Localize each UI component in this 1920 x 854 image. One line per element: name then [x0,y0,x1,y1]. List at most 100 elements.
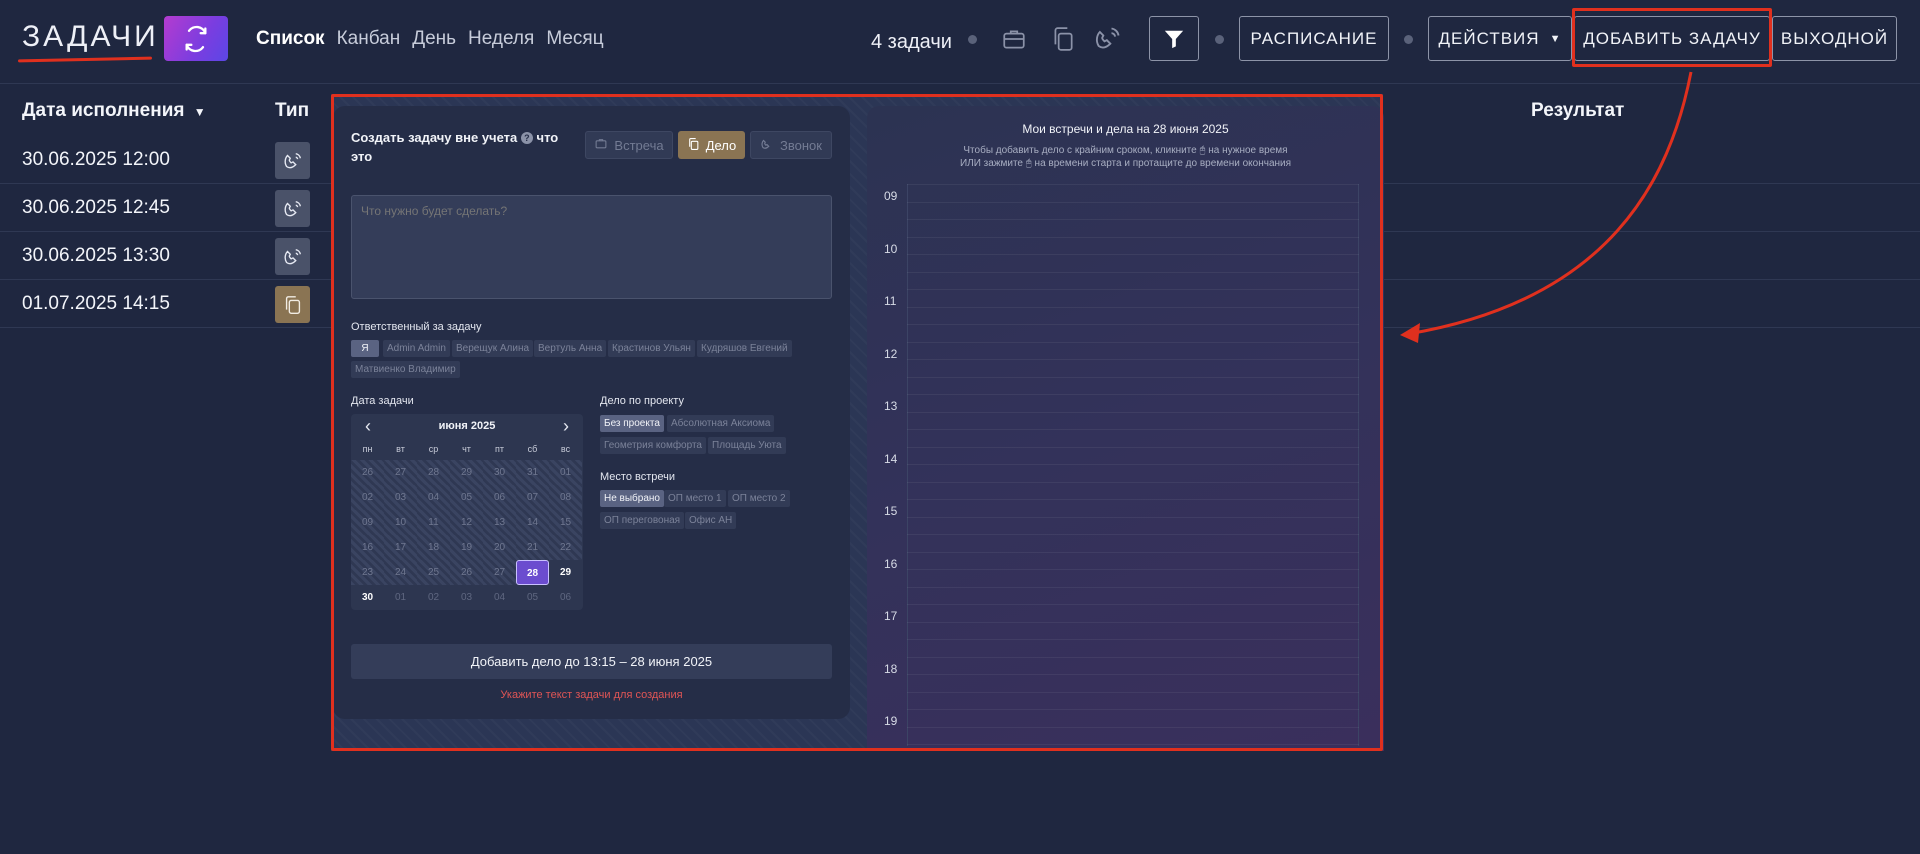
timeline-gridline [907,254,1359,255]
place-chip[interactable]: ОП место 2 [728,490,790,507]
schedule-button[interactable]: РАСПИСАНИЕ [1239,16,1389,61]
calendar-day[interactable]: 08 [549,485,582,510]
place-chip[interactable]: Не выбрано [600,490,664,507]
hour-label: 10 [884,241,898,256]
view-tab-day[interactable]: День [412,28,456,50]
calendar-day[interactable]: 03 [450,585,483,610]
project-chip[interactable]: Площадь Уюта [708,437,786,454]
calendar-day[interactable]: 28 [417,460,450,485]
calendar-day[interactable]: 06 [483,485,516,510]
calendar-day[interactable]: 03 [384,485,417,510]
hour-label: 12 [884,346,898,361]
document-icon [687,137,700,154]
responsible-chip[interactable]: Матвиенко Владимир [351,361,460,378]
calendar-day[interactable]: 29 [549,560,582,585]
task-description-input[interactable] [351,195,832,299]
calendar-day[interactable]: 23 [351,560,384,585]
add-task-submit-button[interactable]: Добавить дело до 13:15 – 28 июня 2025 [351,644,832,679]
timeline-gridline [907,621,1359,623]
column-header-due-date[interactable]: Дата исполнения ▼ [22,100,206,122]
responsible-chip[interactable]: Кудряшов Евгений [697,340,792,357]
type-call-button[interactable]: Звонок [750,131,832,159]
calendar-day[interactable]: 05 [450,485,483,510]
calendar-day[interactable]: 11 [417,510,450,535]
project-chip[interactable]: Абсолютная Аксиома [667,415,775,432]
calendar-day[interactable]: 18 [417,535,450,560]
calendar-next-icon[interactable]: › [555,416,577,438]
calendar-day[interactable]: 27 [483,560,516,585]
calendar-day[interactable]: 17 [384,535,417,560]
calendar-day[interactable]: 29 [450,460,483,485]
calendar-day[interactable]: 16 [351,535,384,560]
calendar-day[interactable]: 30 [483,460,516,485]
calendar-day[interactable]: 30 [351,585,384,610]
calendar-day[interactable]: 26 [450,560,483,585]
timeline-gridline [907,604,1359,605]
calendar-day[interactable]: 07 [516,485,549,510]
calendar-day[interactable]: 22 [549,535,582,560]
calendar-day[interactable]: 04 [483,585,516,610]
calendar-day[interactable]: 01 [384,585,417,610]
calendar-day[interactable]: 02 [417,585,450,610]
place-chip[interactable]: ОП переговоная [600,512,685,529]
tasks-count: 4 задачи [871,31,952,53]
calendar-day[interactable]: 14 [516,510,549,535]
type-meeting-button[interactable]: Встреча [585,131,673,159]
responsible-chip[interactable]: Я [351,340,379,357]
timeline-gridline [907,744,1359,745]
calendar-day[interactable]: 06 [549,585,582,610]
schedule-hint-line: ИЛИ зажмите 🖰 на времени старта и протащ… [959,158,1292,169]
responsible-chip[interactable]: Вертуль Анна [534,340,607,357]
calendar-day[interactable]: 12 [450,510,483,535]
actions-button[interactable]: ДЕЙСТВИЯ ▼ [1428,16,1572,61]
filter-button[interactable] [1149,16,1199,61]
timeline-gridline [907,411,1359,413]
help-icon[interactable]: ? [520,132,533,144]
sync-button[interactable] [164,16,228,61]
calendar-day[interactable]: 15 [549,510,582,535]
calendar-day[interactable]: 20 [483,535,516,560]
responsible-chip[interactable]: Admin Admin [383,340,450,357]
view-tab-kanban[interactable]: Канбан [337,28,401,50]
add-task-button[interactable]: ДОБАВИТЬ ЗАДАЧУ [1574,16,1770,61]
calendar-day[interactable]: 13 [483,510,516,535]
place-chip[interactable]: Офис АН [685,512,737,529]
calendar-day[interactable]: 09 [351,510,384,535]
calendar-day[interactable]: 01 [549,460,582,485]
timeline-gridline [907,324,1359,325]
phone-call-icon[interactable] [1093,24,1123,54]
type-task-button[interactable]: Дело [678,131,745,159]
view-tab-month[interactable]: Месяц [546,28,603,50]
calendar-day[interactable]: 19 [450,535,483,560]
timeline-gridline [907,359,1359,360]
copy-document-icon[interactable] [1048,24,1078,54]
calendar-day[interactable]: 25 [417,560,450,585]
column-header-due-label: Дата исполнения [22,100,185,121]
schedule-hint-line: Чтобы добавить дело с крайним сроком, кл… [963,145,1288,156]
calendar-day[interactable]: 10 [384,510,417,535]
place-chip[interactable]: ОП место 1 [664,490,726,507]
project-chip[interactable]: Геометрия комфорта [600,437,706,454]
calendar-day[interactable]: 31 [516,460,549,485]
schedule-timeline[interactable] [907,184,1359,746]
hour-label: 13 [884,399,898,413]
view-tab-week[interactable]: Неделя [468,28,534,50]
responsible-chip[interactable]: Верещук Алина [452,340,534,357]
briefcase-icon[interactable] [999,24,1029,54]
responsible-chip[interactable]: Крастинов Ульян [608,340,695,357]
row-date: 30.06.2025 13:30 [22,245,170,266]
calendar-day[interactable]: 21 [516,535,549,560]
calendar-day[interactable]: 02 [351,485,384,510]
project-chip[interactable]: Без проекта [600,415,664,432]
calendar-day[interactable]: 04 [417,485,450,510]
day-off-button[interactable]: ВЫХОДНОЙ [1772,16,1897,61]
calendar-day[interactable]: 27 [384,460,417,485]
calendar-day[interactable]: 26 [351,460,384,485]
calendar-day[interactable]: 05 [516,585,549,610]
weekday-label: сб [527,444,538,454]
timeline-gridline [907,306,1359,308]
timeline-gridline [907,656,1359,658]
view-tab-list[interactable]: Список [256,28,325,50]
calendar-day[interactable]: 24 [384,560,417,585]
calendar-day[interactable]: 28 [516,560,549,585]
